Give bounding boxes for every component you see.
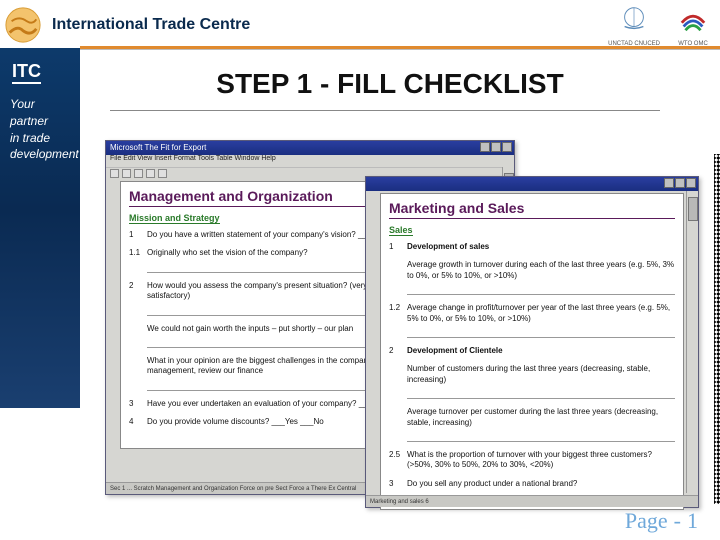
sidebar-mark-text: ITC [12, 62, 41, 84]
question-row: Number of customers during the last thre… [389, 364, 675, 399]
brand-block: International Trade Centre [0, 6, 280, 44]
q-num: 2.5 [389, 450, 407, 471]
section-heading: Marketing and Sales [389, 200, 675, 219]
status-bar: Marketing and sales 6 [366, 495, 698, 507]
toolbar-icon[interactable] [110, 169, 119, 178]
q-num: 1.2 [389, 303, 407, 338]
q-text: Development of sales [407, 242, 489, 251]
window-title: Microsoft The Fit for Export [110, 143, 206, 152]
toolbar-icon[interactable] [134, 169, 143, 178]
subsection-heading: Mission and Strategy [129, 213, 220, 224]
partner-label: UNCTAD CNUCED [608, 41, 660, 47]
question-row: 2Development of Clientele [389, 346, 675, 356]
sidebar-tagline: Your partner in trade development [10, 96, 70, 163]
checker-pattern [714, 154, 720, 504]
header-rule-thin [80, 49, 720, 50]
q-num [389, 364, 407, 399]
question-row: 3Do you sell any product under a nationa… [389, 479, 675, 489]
q-text: What is the proportion of turnover with … [407, 450, 675, 471]
maximize-icon[interactable] [491, 142, 501, 152]
subsection-heading: Sales [389, 225, 413, 236]
question-row: 1.2Average change in profit/turnover per… [389, 303, 675, 338]
partner-unctad: UNCTAD CNUCED [608, 4, 660, 47]
document-page: Marketing and Sales Sales 1Development o… [380, 193, 684, 510]
brand-name: International Trade Centre [52, 16, 250, 34]
question-row: Average growth in turnover during each o… [389, 260, 675, 295]
tagline-line: development [10, 146, 70, 163]
un-emblem-icon [619, 4, 649, 34]
partner-logos: UNCTAD CNUCED WTO OMC [608, 4, 708, 47]
q-text: Average turnover per customer during the… [407, 407, 658, 426]
window-titlebar[interactable]: Microsoft The Fit for Export [106, 141, 514, 155]
menu-bar[interactable]: File Edit View Insert Format Tools Table… [106, 155, 514, 167]
answer-line [407, 432, 675, 442]
partner-wto: WTO OMC [678, 4, 708, 47]
answer-line [407, 328, 675, 338]
tagline-line: in trade [10, 130, 70, 147]
page-number: 1 [687, 508, 698, 534]
page-word: Page [625, 508, 668, 534]
answer-line [407, 389, 675, 399]
q-num: 3 [389, 479, 407, 489]
slide-title: STEP 1 - FILL CHECKLIST [60, 68, 720, 100]
document-window-marketing: Marketing and Sales Sales 1Development o… [365, 176, 699, 508]
minimize-icon[interactable] [480, 142, 490, 152]
q-num: 3 [129, 399, 147, 409]
scroll-thumb[interactable] [688, 197, 698, 221]
title-underline [110, 110, 660, 111]
answer-line [407, 285, 675, 295]
workspace: Microsoft The Fit for Export File Edit V… [105, 140, 705, 510]
maximize-icon[interactable] [675, 178, 685, 188]
q-num [389, 260, 407, 295]
tagline-line: Your partner [10, 96, 70, 130]
wto-emblem-icon [678, 4, 708, 34]
q-num: 2 [129, 281, 147, 316]
toolbar-icon[interactable] [122, 169, 131, 178]
q-text: Do you sell any product under a national… [407, 479, 675, 489]
q-text: Average change in profit/turnover per ye… [407, 303, 670, 322]
toolbar-icon[interactable] [158, 169, 167, 178]
q-num: 2 [389, 346, 407, 356]
q-num [129, 324, 147, 348]
q-text: Development of Clientele [407, 346, 503, 355]
q-num: 1.1 [129, 248, 147, 272]
q-text: We could not gain worth the inputs – put… [147, 324, 353, 333]
toolbar-icon[interactable] [146, 169, 155, 178]
question-row: 1Development of sales [389, 242, 675, 252]
q-text: Originally who set the vision of the com… [147, 248, 308, 257]
header-bar: International Trade Centre UNCTAD CNUCED… [0, 0, 720, 46]
sidebar: ITC Your partner in trade development [0, 48, 80, 408]
question-row: 2.5What is the proportion of turnover wi… [389, 450, 675, 471]
q-num [389, 407, 407, 442]
q-num: 1 [389, 242, 407, 252]
window-titlebar[interactable] [366, 177, 698, 191]
close-icon[interactable] [502, 142, 512, 152]
question-row: Average turnover per customer during the… [389, 407, 675, 442]
partner-label: WTO OMC [678, 41, 708, 47]
q-num: 1 [129, 230, 147, 240]
q-num: 4 [129, 417, 147, 427]
q-text: Number of customers during the last thre… [407, 364, 650, 383]
sidebar-mark: ITC [12, 62, 80, 84]
vertical-scrollbar[interactable] [686, 191, 698, 493]
globe-icon [4, 6, 42, 44]
close-icon[interactable] [686, 178, 696, 188]
minimize-icon[interactable] [664, 178, 674, 188]
q-text: Average growth in turnover during each o… [407, 260, 674, 279]
page-indicator: Page - 1 [625, 508, 698, 534]
q-num [129, 356, 147, 391]
